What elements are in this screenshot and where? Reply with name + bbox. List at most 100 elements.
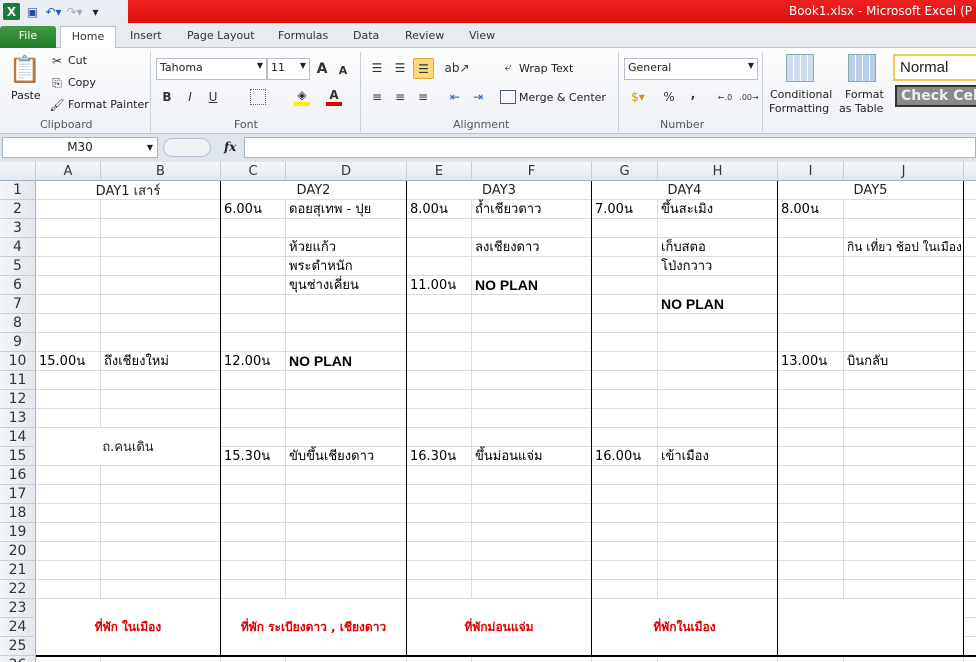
column-header-a[interactable]: A [36,162,101,181]
wrap-text-button[interactable]: Wrap Text [519,62,573,75]
cell[interactable]: ขึ้นม่อนแจ่ม [472,447,543,466]
column-header-i[interactable]: I [778,162,844,181]
grid-cell[interactable] [592,428,658,447]
column-header-j[interactable]: J [844,162,964,181]
grid-cell[interactable] [36,276,101,295]
grid-cell[interactable] [472,409,592,428]
grid-cell[interactable] [844,390,964,409]
grid-cell[interactable] [658,485,778,504]
grid-cell[interactable] [286,428,407,447]
tab-view[interactable]: View [461,26,503,48]
insert-function-button[interactable]: fx [224,140,236,154]
grid-cell[interactable] [221,428,286,447]
row-header-18[interactable]: 18 [0,504,36,523]
row-header-3[interactable]: 3 [0,219,36,238]
worksheet-grid[interactable]: A B C D E F G H I J 1 2 3 4 5 6 7 8 9 10 11 12 13 14 15 16 17 18 19 2… [0,162,976,662]
grid-cell[interactable] [658,466,778,485]
grid-cell[interactable] [407,580,472,599]
column-header-c[interactable]: C [221,162,286,181]
orientation-icon[interactable]: ab↗ [444,60,469,76]
column-header-g[interactable]: G [592,162,658,181]
formula-input[interactable] [244,137,976,158]
merged-cell[interactable]: DAY4 [592,181,778,200]
cell[interactable]: กิน เที่ยว ช้อป ในเมือง [844,238,962,257]
grid-cell[interactable] [844,466,964,485]
grid-cell[interactable] [472,390,592,409]
grid-cell[interactable] [36,238,101,257]
excel-logo-icon[interactable]: X [3,3,20,20]
grid-cell[interactable] [964,504,976,523]
grid-cell[interactable] [658,219,778,238]
cell[interactable]: 16.00น [592,447,641,466]
redo-icon[interactable]: ↷▾ [66,3,83,20]
fill-color-icon[interactable]: ◈ [294,88,310,106]
grid-cell[interactable] [221,314,286,333]
paste-button[interactable]: Paste [11,89,41,102]
grid-cell[interactable] [964,219,976,238]
grid-cell[interactable] [472,371,592,390]
grid-cell[interactable] [286,371,407,390]
cell[interactable]: NO PLAN [286,352,352,371]
cell[interactable]: พระตำหนัก [286,257,353,276]
grid-cell[interactable] [286,466,407,485]
cell[interactable]: NO PLAN [472,276,538,295]
grid-cell[interactable] [964,428,976,447]
grid-cell[interactable] [221,219,286,238]
tab-formulas[interactable]: Formulas [270,26,336,48]
grid-cell[interactable] [658,428,778,447]
format-as-table-label1[interactable]: Format [845,88,884,101]
conditional-formatting-label2[interactable]: Formatting [769,102,829,115]
grid-cell[interactable] [221,276,286,295]
grid-cell[interactable] [472,428,592,447]
grid-cell[interactable] [221,371,286,390]
font-color-icon[interactable]: A [326,88,342,106]
style-normal[interactable]: Normal [893,54,976,81]
grid-cell[interactable] [964,523,976,542]
grid-cell[interactable] [407,314,472,333]
undo-icon[interactable]: ↶▾ [45,3,62,20]
merged-cell[interactable]: ถ.คนเดิน [36,428,221,466]
cell[interactable]: 12.00น [221,352,270,371]
grid-cell[interactable] [407,238,472,257]
grid-cell[interactable] [592,352,658,371]
row-header-4[interactable]: 4 [0,238,36,257]
merged-cell[interactable]: ที่พัก ระเบียงดาว , เชียงดาว [221,599,407,656]
cell[interactable]: 11.00น [407,276,456,295]
grid-cell[interactable] [101,257,221,276]
grid-cell[interactable] [592,295,658,314]
grid-cell[interactable] [964,333,976,352]
save-icon[interactable]: ▣ [24,3,41,20]
format-as-table-label2[interactable]: as Table [839,102,883,115]
grid-cell[interactable] [101,333,221,352]
grid-cell[interactable] [472,352,592,371]
row-header-9[interactable]: 9 [0,333,36,352]
grid-cell[interactable] [101,314,221,333]
grid-cell[interactable] [964,447,976,466]
grid-cell[interactable] [36,466,101,485]
row-header-11[interactable]: 11 [0,371,36,390]
tab-file[interactable]: File [0,26,56,48]
grid-cell[interactable] [472,580,592,599]
grid-cell[interactable] [778,390,844,409]
grid-cell[interactable] [407,409,472,428]
grid-cell[interactable] [844,485,964,504]
grid-cell[interactable] [592,390,658,409]
grid-cell[interactable] [658,352,778,371]
grid-cell[interactable] [286,485,407,504]
grid-cell[interactable] [778,485,844,504]
row-header-23[interactable]: 23 [0,599,36,618]
tab-home[interactable]: Home [60,26,116,49]
grid-cell[interactable] [964,599,976,618]
grid-cell[interactable] [286,390,407,409]
grid-cell[interactable] [658,276,778,295]
cell[interactable]: 6.00น [221,200,262,219]
grid-cell[interactable] [592,371,658,390]
grid-cell[interactable] [964,637,976,656]
cell[interactable]: ถึงเชียงใหม่ [101,352,169,371]
grid-cell[interactable] [36,523,101,542]
grid-cell[interactable] [36,580,101,599]
select-all-corner[interactable] [0,162,36,181]
number-format-select[interactable]: General ▼ [624,58,758,80]
grid-cell[interactable] [101,466,221,485]
grid-cell[interactable] [101,561,221,580]
